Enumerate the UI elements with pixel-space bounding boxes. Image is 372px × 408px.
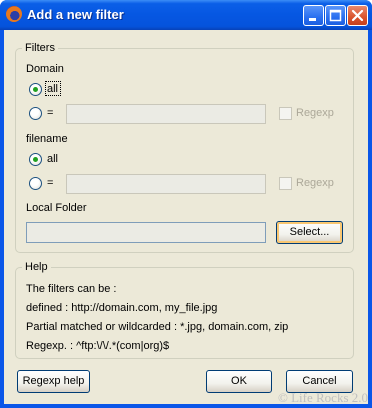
- filename-regexp-checkbox[interactable]: [279, 177, 292, 190]
- firefox-icon: [6, 6, 22, 22]
- help-line-3: Partial matched or wildcarded : *.jpg, d…: [26, 321, 289, 333]
- filters-legend: Filters: [22, 42, 58, 54]
- domain-all-radio[interactable]: [29, 83, 42, 96]
- domain-equals-radio[interactable]: [29, 107, 42, 120]
- help-line-1: The filters can be :: [26, 283, 117, 295]
- close-icon: [351, 9, 364, 22]
- minimize-button[interactable]: [303, 5, 324, 26]
- domain-equals-label[interactable]: =: [47, 107, 53, 119]
- filename-regexp-label[interactable]: Regexp: [296, 177, 334, 189]
- window-title: Add a new filter: [27, 7, 124, 22]
- help-line-2: defined : http://domain.com, my_file.jpg: [26, 302, 218, 314]
- watermark: © Life Rocks 2.0: [277, 390, 368, 405]
- filename-all-radio[interactable]: [29, 153, 42, 166]
- domain-regexp-label[interactable]: Regexp: [296, 107, 334, 119]
- help-line-4: Regexp. : ^ftp:\/\/.*(com|org)$: [26, 340, 170, 352]
- domain-regexp-checkbox[interactable]: [279, 107, 292, 120]
- filename-input[interactable]: [66, 174, 266, 194]
- close-button[interactable]: [347, 5, 368, 26]
- maximize-button[interactable]: [325, 5, 346, 26]
- select-folder-button[interactable]: Select...: [276, 221, 343, 244]
- filename-label: filename: [26, 133, 68, 145]
- dialog-body: Filters Domain all = Regexp filename all…: [4, 30, 368, 404]
- filename-equals-label[interactable]: =: [47, 177, 53, 189]
- maximize-icon: [329, 9, 342, 22]
- dialog-window: Add a new filter Filters Domain all = Re…: [0, 0, 372, 408]
- filters-group: Filters Domain all = Regexp filename all…: [15, 42, 354, 253]
- help-legend: Help: [22, 261, 51, 273]
- domain-input[interactable]: [66, 104, 266, 124]
- domain-label: Domain: [26, 63, 64, 75]
- domain-all-label[interactable]: all: [47, 83, 58, 95]
- local-folder-label: Local Folder: [26, 202, 87, 214]
- ok-button[interactable]: OK: [206, 370, 272, 393]
- filename-all-label[interactable]: all: [47, 153, 58, 165]
- title-bar[interactable]: Add a new filter: [0, 0, 372, 30]
- local-folder-input[interactable]: [26, 222, 266, 243]
- help-group: Help The filters can be : defined : http…: [15, 261, 354, 359]
- filename-equals-radio[interactable]: [29, 177, 42, 190]
- regexp-help-button[interactable]: Regexp help: [17, 370, 90, 393]
- minimize-icon: [309, 18, 316, 21]
